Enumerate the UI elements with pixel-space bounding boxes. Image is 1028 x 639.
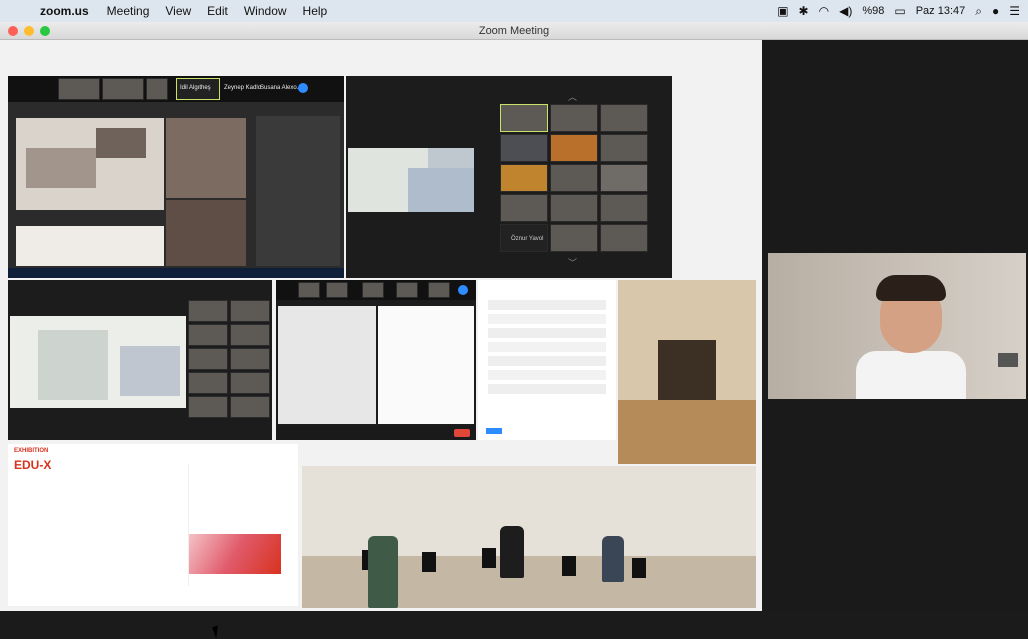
- gallery-cell[interactable]: [550, 104, 598, 132]
- gallery-cell[interactable]: [500, 134, 548, 162]
- close-button[interactable]: [8, 26, 18, 36]
- menu-edit[interactable]: Edit: [207, 4, 228, 18]
- thumb-participant[interactable]: [146, 78, 168, 100]
- menu-help[interactable]: Help: [303, 4, 328, 18]
- edu-x-poster: EXHIBITION EDU-X: [8, 444, 298, 606]
- control-center-icon[interactable]: ☰: [1009, 4, 1020, 18]
- window-title: Zoom Meeting: [478, 25, 550, 37]
- status-area: ▣ ✱ ◠ ◀) %98 ▭ Paz 13:47 ⌕ ● ☰: [777, 0, 1020, 22]
- thumb-participant[interactable]: [362, 282, 384, 298]
- participant-name: Idil Algıtheş: [180, 85, 211, 91]
- gallery-cell-active[interactable]: [500, 104, 548, 132]
- participants-list: [488, 296, 606, 426]
- clock[interactable]: Paz 13:47: [916, 5, 966, 17]
- wifi-icon[interactable]: ◠: [819, 4, 829, 18]
- tile-gallery-view[interactable]: Öznur Yavol ︿ ﹀: [346, 76, 672, 278]
- battery-percent: %98: [862, 5, 885, 17]
- traffic-lights: [8, 26, 50, 36]
- window-titlebar: Zoom Meeting: [0, 22, 1028, 40]
- gallery-cell[interactable]: [600, 194, 648, 222]
- tile-section-share[interactable]: [276, 280, 476, 440]
- gallery-cell[interactable]: [550, 194, 598, 222]
- zoom-toolbar[interactable]: [276, 426, 476, 440]
- fullscreen-button[interactable]: [40, 26, 50, 36]
- gallery-cell[interactable]: [188, 300, 228, 322]
- poster-label: EXHIBITION: [14, 448, 49, 454]
- corridor-photo: [618, 280, 756, 464]
- bluetooth-icon[interactable]: ✱: [799, 4, 809, 18]
- tile-photoshop-share[interactable]: Idil Algıtheş Zeynep Kadlo Susana Alexo.…: [8, 76, 344, 278]
- battery-icon[interactable]: ▭: [894, 4, 905, 18]
- gallery-cell[interactable]: [230, 372, 270, 394]
- thumb-participant[interactable]: [58, 78, 100, 100]
- search-icon[interactable]: ⌕: [975, 4, 982, 19]
- gallery-cell[interactable]: [500, 164, 548, 192]
- gallery-cell[interactable]: [500, 194, 548, 222]
- gallery-cell[interactable]: [600, 134, 648, 162]
- gallery-cell[interactable]: [188, 324, 228, 346]
- menu-meeting[interactable]: Meeting: [107, 4, 150, 18]
- site-plan-image: [10, 316, 186, 408]
- share-icon[interactable]: [458, 285, 468, 295]
- volume-icon[interactable]: ◀): [839, 4, 852, 18]
- menu-app[interactable]: zoom.us: [40, 4, 89, 18]
- gallery-cell-no-video[interactable]: Öznur Yavol: [500, 224, 548, 252]
- thumb-participant[interactable]: [428, 282, 450, 298]
- speaker-video[interactable]: [768, 253, 1026, 399]
- gallery-cell[interactable]: [600, 104, 648, 132]
- gallery-cell[interactable]: [188, 348, 228, 370]
- chevron-up-icon[interactable]: ︿: [568, 90, 577, 103]
- artboard-section: [166, 118, 246, 198]
- thumb-participant[interactable]: [298, 282, 320, 298]
- end-button[interactable]: [454, 429, 470, 437]
- thumb-participant[interactable]: [396, 282, 418, 298]
- menu-window[interactable]: Window: [244, 4, 287, 18]
- mouse-cursor: [212, 625, 222, 639]
- participant-name: Öznur Yavol: [511, 236, 544, 242]
- minimize-button[interactable]: [24, 26, 34, 36]
- tile-participants-panel[interactable]: [478, 280, 616, 440]
- artboard-detail: [166, 200, 246, 266]
- poster-title: EDU-X: [14, 458, 52, 472]
- gallery-cell[interactable]: [230, 348, 270, 370]
- shared-screen: Idil Algıtheş Zeynep Kadlo Susana Alexo.…: [0, 40, 762, 639]
- gallery-cell[interactable]: [188, 396, 228, 418]
- invite-button[interactable]: [486, 428, 502, 434]
- participant-name: Susana Alexo...: [260, 85, 302, 91]
- tile-site-plan-share[interactable]: [8, 280, 272, 440]
- menu-view[interactable]: View: [165, 4, 191, 18]
- participant-name: Zeynep Kadlo: [224, 85, 262, 91]
- layers-panel[interactable]: [256, 116, 340, 266]
- artboard-plan: [16, 226, 164, 266]
- gallery-cell[interactable]: [600, 224, 648, 252]
- gallery-cell[interactable]: [600, 164, 648, 192]
- gallery-cell[interactable]: [550, 224, 598, 252]
- gallery-cell[interactable]: [188, 372, 228, 394]
- taskbar: [8, 268, 344, 278]
- poster-graphic: [188, 464, 281, 586]
- chevron-down-icon[interactable]: ﹀: [568, 256, 577, 269]
- gallery-cell[interactable]: [230, 300, 270, 322]
- gallery-cell[interactable]: [550, 134, 598, 162]
- hall-photo: [302, 466, 756, 608]
- gallery-cell[interactable]: [230, 396, 270, 418]
- artboard-render: [16, 118, 164, 210]
- gallery-cell[interactable]: [550, 164, 598, 192]
- map-thumbnail: [348, 148, 474, 212]
- zoom-icon[interactable]: ▣: [777, 4, 788, 18]
- gallery-cell[interactable]: [230, 324, 270, 346]
- thumb-participant[interactable]: [326, 282, 348, 298]
- thumb-participant[interactable]: [102, 78, 144, 100]
- elevation-drawing: [378, 306, 474, 424]
- section-drawing: [278, 306, 376, 424]
- menu-bar: zoom.us Meeting View Edit Window Help ▣ …: [0, 0, 1028, 22]
- siri-icon[interactable]: ●: [992, 4, 999, 18]
- share-icon[interactable]: [298, 83, 308, 93]
